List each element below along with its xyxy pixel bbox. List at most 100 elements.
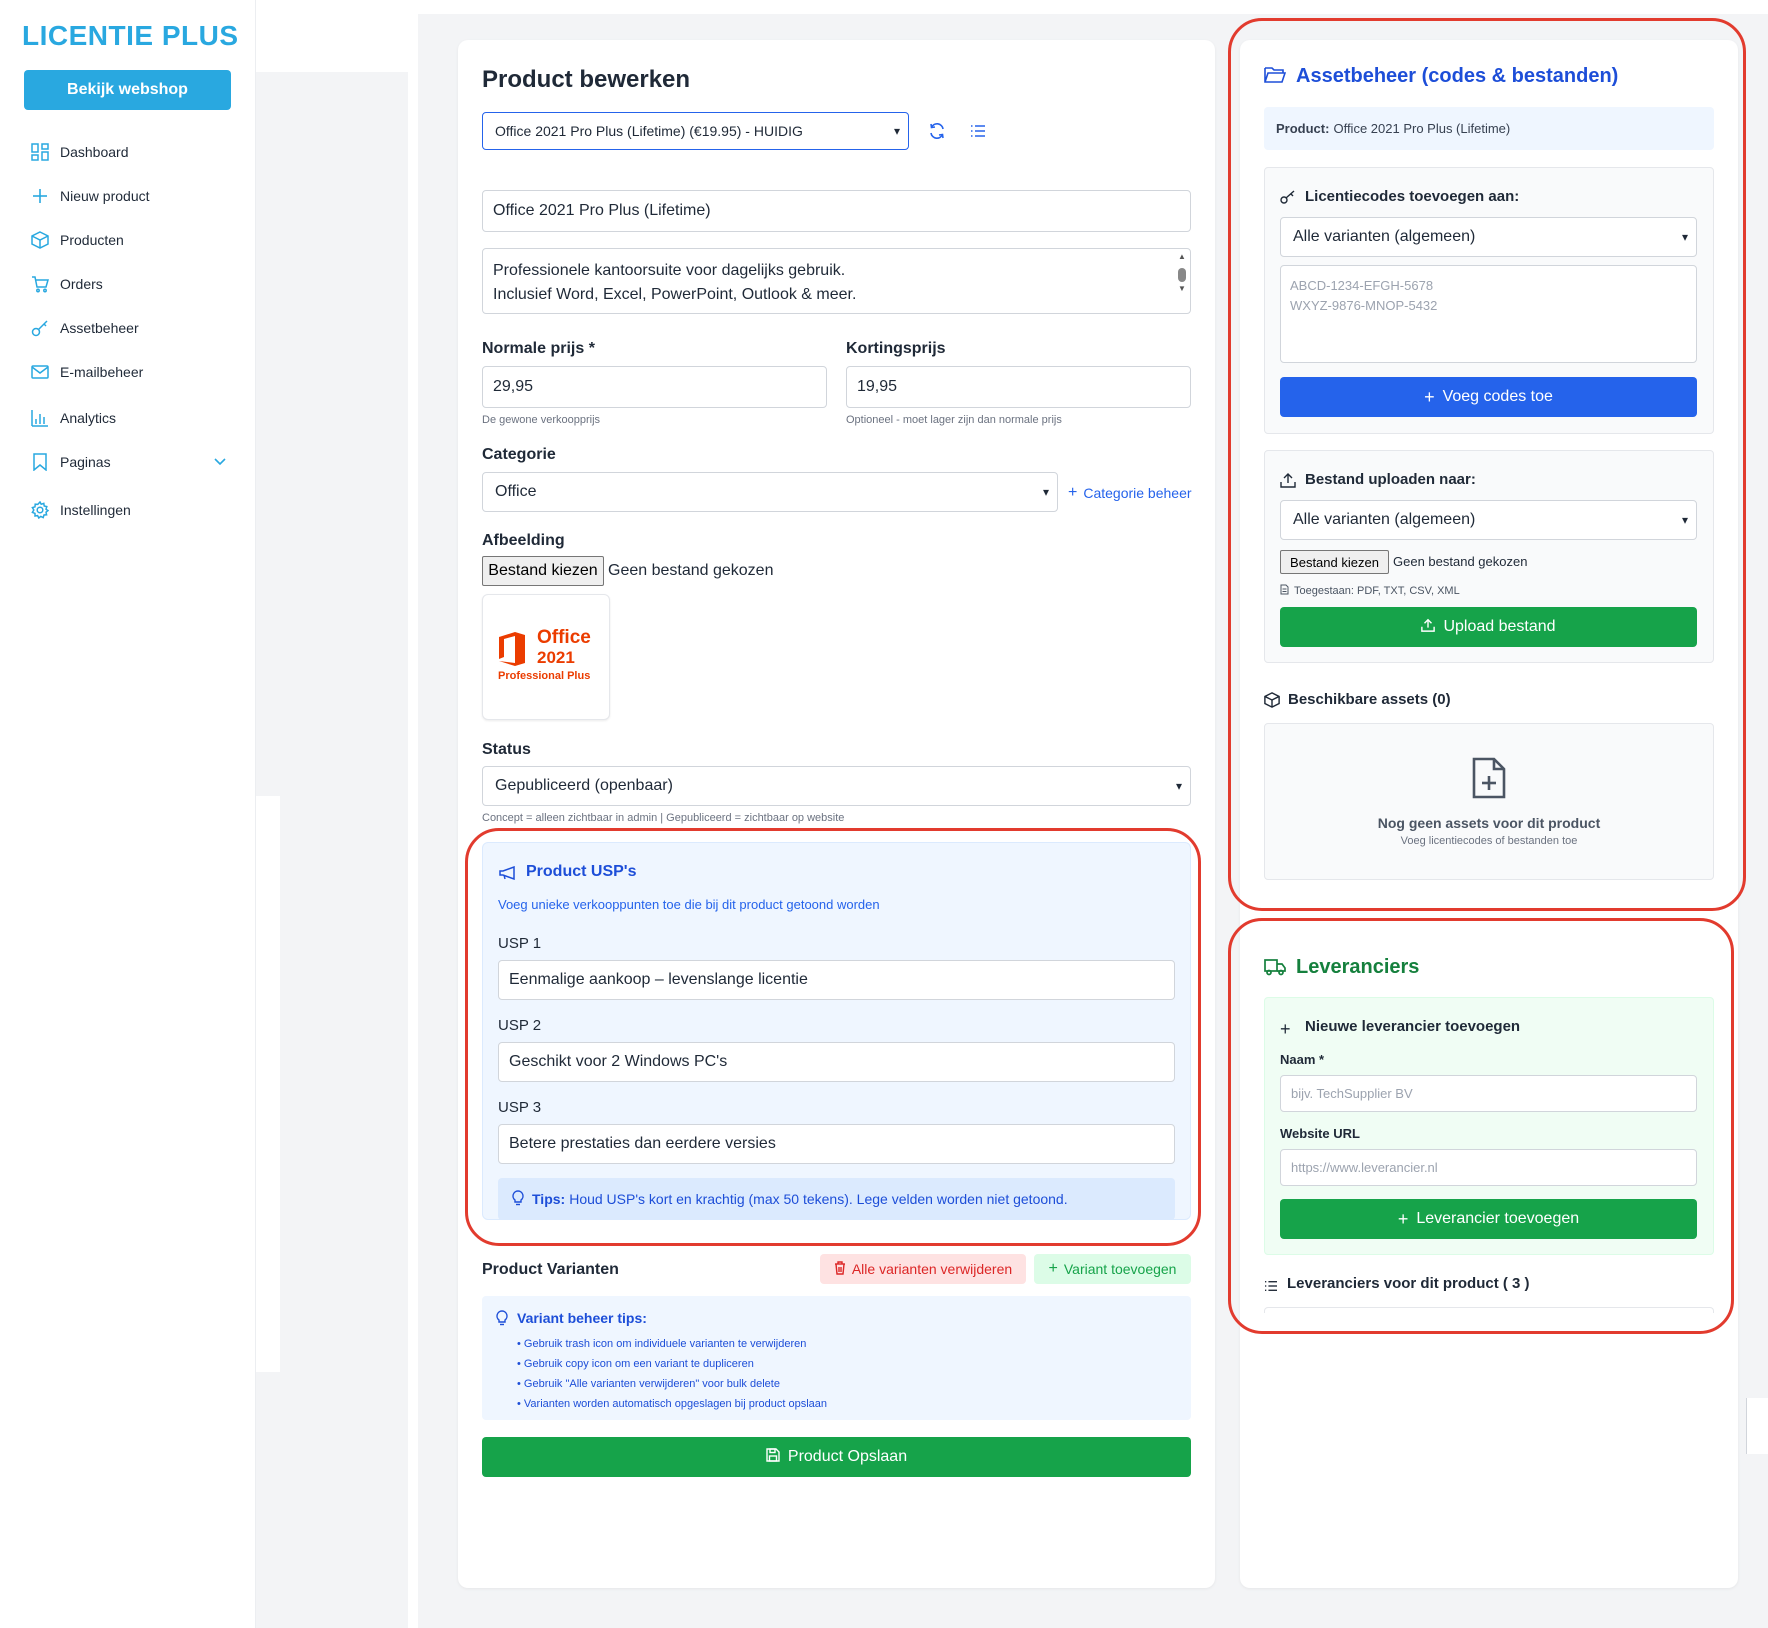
image-label: Afbeelding (482, 532, 565, 549)
background-white-strip (256, 796, 280, 1372)
discount-price-label: Kortingsprijs (846, 340, 946, 357)
assets-empty-state: Nog geen assets voor dit product Voeg li… (1264, 723, 1714, 880)
cart-icon (30, 274, 50, 294)
file-plus-icon (1471, 756, 1507, 805)
supplier-list (1264, 1307, 1714, 1313)
sidebar-item-label: Analytics (60, 410, 117, 426)
plus-icon (30, 186, 50, 206)
sidebar-item-label: Assetbeheer (60, 320, 139, 336)
usp-3-input[interactable]: Betere prestaties dan eerdere versies (498, 1124, 1175, 1164)
upload-variant-select[interactable]: Alle varianten (algemeen) ▾ (1280, 500, 1697, 540)
supplier-name-input[interactable]: bijv. TechSupplier BV (1280, 1075, 1697, 1112)
assets-product-info: Product: Office 2021 Pro Plus (Lifetime) (1264, 107, 1714, 150)
lightbulb-icon (512, 1189, 524, 1209)
gear-icon (30, 500, 50, 520)
usp-subtitle: Voeg unieke verkooppunten toe die bij di… (498, 897, 880, 912)
variants-title: Product Varianten (482, 1261, 619, 1278)
asset-file-button[interactable]: Bestand kiezen (1280, 550, 1389, 574)
chart-icon (30, 408, 50, 428)
upload-file-button[interactable]: Upload bestand (1280, 607, 1697, 647)
file-icon (1280, 584, 1289, 598)
upload-icon (1421, 618, 1436, 637)
sidebar-item-products[interactable]: Producten (30, 230, 226, 250)
sidebar-item-label: Producten (60, 232, 124, 248)
product-name-input[interactable]: Office 2021 Pro Plus (Lifetime) (482, 190, 1191, 232)
box-icon (30, 230, 50, 250)
megaphone-icon (499, 865, 517, 885)
plus-icon: + (1424, 386, 1435, 407)
sidebar-item-dashboard[interactable]: Dashboard (30, 142, 226, 162)
available-assets-title: Beschikbare assets (0) (1288, 691, 1451, 708)
supplier-name-label: Naam * (1280, 1052, 1325, 1067)
dashboard-icon (30, 142, 50, 162)
usp-2-input[interactable]: Geschikt voor 2 Windows PC's (498, 1042, 1175, 1082)
discount-price-hint: Optioneel - moet lager zijn dan normale … (846, 414, 1062, 426)
usp-3-label: USP 3 (498, 1099, 542, 1116)
status-select[interactable]: Gepubliceerd (openbaar) ▾ (482, 766, 1191, 806)
edge-fragment (1746, 1398, 1768, 1454)
usp-1-input[interactable]: Eenmalige aankoop – levenslange licentie (498, 960, 1175, 1000)
sidebar-item-analytics[interactable]: Analytics (30, 408, 226, 428)
sidebar: LICENTIE PLUS Bekijk webshop Dashboard N… (0, 0, 256, 1628)
list-icon (1264, 1279, 1278, 1297)
sidebar-item-label: Dashboard (60, 144, 129, 160)
add-variant-button[interactable]: + Variant toevoegen (1034, 1254, 1191, 1284)
usp-tips: Tips: Houd USP's kort en krachtig (max 5… (498, 1178, 1175, 1220)
plus-icon: + (1280, 1019, 1291, 1039)
category-select[interactable]: Office ▾ (482, 472, 1058, 512)
normal-price-input[interactable]: 29,95 (482, 366, 827, 408)
status-hint: Concept = alleen zichtbaar in admin | Ge… (482, 812, 845, 824)
page-title: Product bewerken (482, 66, 691, 93)
background-strip (280, 14, 418, 72)
office-logo-icon (499, 632, 525, 666)
upload-title: Bestand uploaden naar: (1305, 471, 1476, 488)
sidebar-item-settings[interactable]: Instellingen (30, 500, 226, 520)
supplier-url-label: Website URL (1280, 1126, 1360, 1141)
truck-icon (1264, 958, 1286, 981)
add-supplier-button[interactable]: + Leverancier toevoegen (1280, 1199, 1697, 1239)
category-manage-link[interactable]: + Categorie beheer (1068, 484, 1192, 502)
folder-icon (1264, 66, 1287, 89)
key-icon (1280, 190, 1296, 209)
refresh-icon[interactable] (928, 122, 946, 145)
image-file-status: Geen bestand gekozen (608, 562, 774, 579)
save-product-button[interactable]: Product Opslaan (482, 1437, 1191, 1477)
sidebar-item-label: E-mailbeheer (60, 364, 144, 380)
sidebar-item-new-product[interactable]: Nieuw product (30, 186, 226, 206)
chevron-down-icon[interactable] (214, 455, 226, 469)
normal-price-label: Normale prijs * (482, 340, 595, 357)
usp-2-label: USP 2 (498, 1017, 542, 1034)
usp-title: Product USP's (526, 863, 637, 880)
textarea-scrollbar[interactable]: ▲ ▼ (1176, 252, 1188, 310)
variant-tips-title: Variant beheer tips: (517, 1310, 647, 1326)
logo: LICENTIE PLUS (22, 20, 239, 51)
image-file-button[interactable]: Bestand kiezen (482, 556, 604, 586)
sidebar-item-pages[interactable]: Paginas (30, 452, 226, 472)
new-supplier-title: Nieuwe leverancier toevoegen (1305, 1018, 1521, 1035)
supplier-url-input[interactable]: https://www.leverancier.nl (1280, 1149, 1697, 1186)
delete-all-variants-button[interactable]: Alle varianten verwijderen (820, 1254, 1026, 1284)
list-icon[interactable] (970, 124, 986, 143)
chevron-down-icon: ▾ (1681, 230, 1688, 244)
sidebar-item-label: Paginas (60, 454, 111, 470)
add-codes-button[interactable]: + Voeg codes toe (1280, 377, 1697, 417)
plus-icon: + (1397, 1208, 1409, 1229)
description-textarea[interactable]: Professionele kantoorsuite voor dagelijk… (482, 248, 1191, 314)
discount-price-input[interactable]: 19,95 (846, 366, 1191, 408)
sidebar-item-email[interactable]: E-mailbeheer (30, 362, 226, 382)
suppliers-title: Leveranciers (1296, 956, 1420, 978)
mail-icon (30, 362, 50, 382)
normal-price-hint: De gewone verkoopprijs (482, 414, 601, 426)
view-webshop-button[interactable]: Bekijk webshop (24, 70, 231, 110)
codes-textarea[interactable]: ABCD-1234-EFGH-5678 WXYZ-9876-MNOP-5432 (1280, 265, 1697, 363)
sidebar-item-orders[interactable]: Orders (30, 274, 226, 294)
bookmark-icon (30, 452, 50, 472)
codes-variant-select[interactable]: Alle varianten (algemeen) ▾ (1280, 217, 1697, 257)
sidebar-item-assets[interactable]: Assetbeheer (30, 318, 226, 338)
key-icon (30, 318, 50, 338)
sidebar-item-label: Instellingen (60, 502, 131, 518)
allowed-types: Toegestaan: PDF, TXT, CSV, XML (1280, 584, 1460, 598)
supplier-list-title: Leveranciers voor dit product ( 3 ) (1287, 1275, 1530, 1292)
product-select[interactable]: Office 2021 Pro Plus (Lifetime) (€19.95)… (482, 112, 909, 150)
save-icon (766, 1447, 780, 1467)
